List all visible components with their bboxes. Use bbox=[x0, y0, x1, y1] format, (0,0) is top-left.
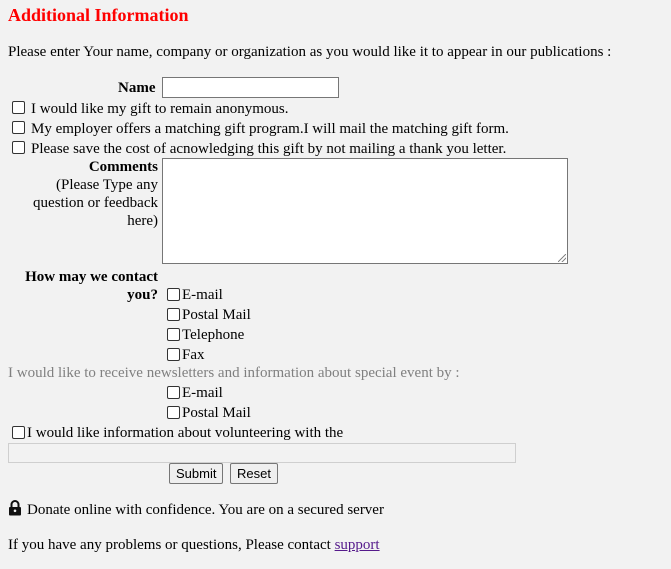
comments-textarea[interactable] bbox=[162, 158, 568, 264]
anonymous-checkbox[interactable] bbox=[12, 101, 25, 114]
secure-server-text: Donate online with confidence. You are o… bbox=[27, 502, 384, 518]
anonymous-label: I would like my gift to remain anonymous… bbox=[31, 101, 289, 117]
contact-fax-label: Fax bbox=[182, 347, 205, 363]
newsletter-label: I would like to receive newsletters and … bbox=[8, 365, 460, 381]
comments-label: Comments bbox=[88, 159, 158, 175]
no-thank-you-checkbox[interactable] bbox=[12, 141, 25, 154]
comments-hint: (Please Type any question or feedback he… bbox=[33, 177, 158, 229]
contact-method-label: How may we contact you? bbox=[25, 269, 158, 303]
matching-gift-label: My employer offers a matching gift progr… bbox=[31, 121, 509, 137]
contact-email-label: E-mail bbox=[182, 287, 223, 303]
contact-postal-checkbox[interactable] bbox=[167, 308, 180, 321]
support-contact-line: If you have any problems or questions, P… bbox=[8, 536, 380, 554]
volunteer-input[interactable] bbox=[8, 443, 516, 463]
no-thank-you-label: Please save the cost of acnowledging thi… bbox=[31, 141, 507, 157]
name-label: Name bbox=[118, 80, 156, 96]
resize-grip-icon[interactable] bbox=[558, 254, 566, 262]
volunteer-label: I would like information about volunteer… bbox=[27, 425, 344, 441]
newsletter-postal-checkbox[interactable] bbox=[167, 406, 180, 419]
section-heading: Additional Information bbox=[8, 5, 189, 25]
newsletter-email-checkbox[interactable] bbox=[167, 386, 180, 399]
contact-postal-label: Postal Mail bbox=[182, 307, 251, 323]
volunteer-checkbox[interactable] bbox=[12, 426, 25, 439]
comments-label-block: Comments (Please Type any question or fe… bbox=[8, 158, 158, 230]
intro-text: Please enter Your name, company or organ… bbox=[8, 44, 612, 60]
contact-telephone-checkbox[interactable] bbox=[167, 328, 180, 341]
matching-gift-checkbox[interactable] bbox=[12, 121, 25, 134]
newsletter-email-label: E-mail bbox=[182, 385, 223, 401]
contact-fax-checkbox[interactable] bbox=[167, 348, 180, 361]
contact-telephone-label: Telephone bbox=[182, 327, 245, 343]
newsletter-postal-label: Postal Mail bbox=[182, 405, 251, 421]
reset-button[interactable]: Reset bbox=[230, 463, 278, 484]
support-contact-text: If you have any problems or questions, P… bbox=[8, 537, 335, 553]
submit-button[interactable]: Submit bbox=[169, 463, 224, 484]
contact-email-checkbox[interactable] bbox=[167, 288, 180, 301]
name-input[interactable] bbox=[162, 77, 339, 98]
support-link[interactable]: support bbox=[335, 537, 380, 553]
lock-icon bbox=[9, 500, 21, 516]
